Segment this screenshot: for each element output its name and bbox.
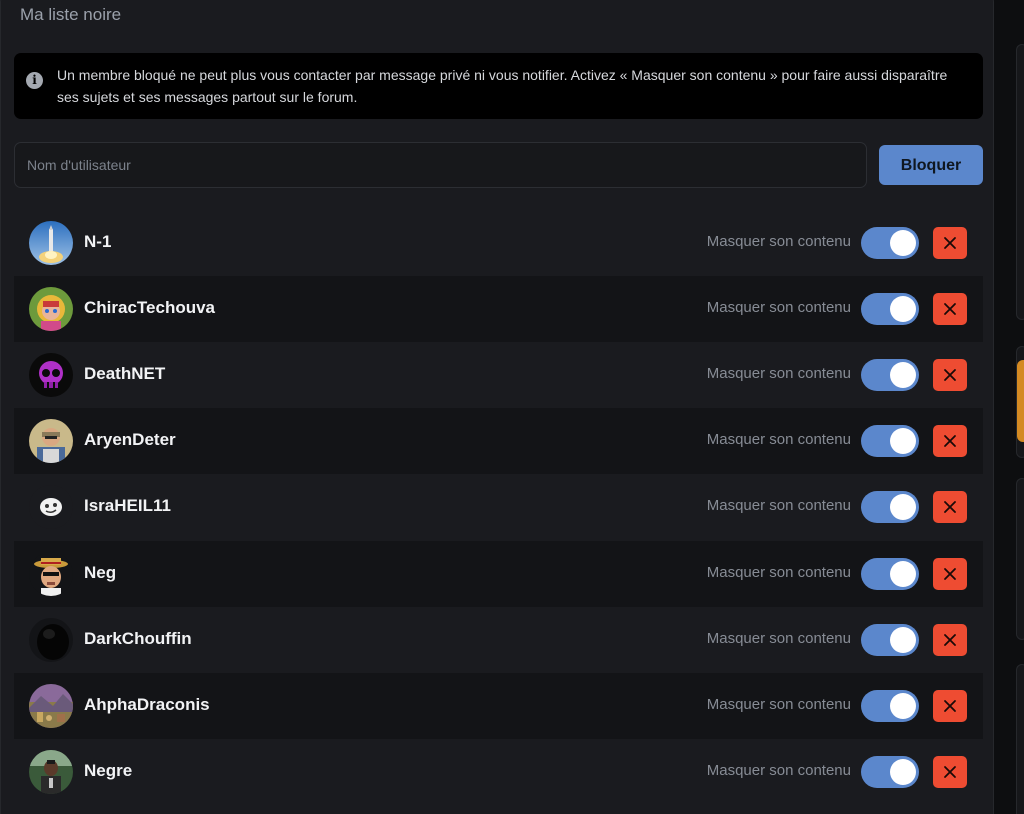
mask-content-toggle[interactable] (861, 425, 919, 457)
side-card (1016, 44, 1024, 320)
unblock-button[interactable] (933, 227, 967, 259)
mask-content-toggle[interactable] (861, 359, 919, 391)
mask-content-label: Masquer son contenu (706, 299, 851, 316)
blocked-user-row: IsraHEIL11 Masquer son contenu (14, 474, 983, 540)
blocked-user-row: Neg Masquer son contenu (14, 541, 983, 607)
mask-content-label: Masquer son contenu (706, 696, 851, 713)
close-icon (944, 501, 956, 513)
side-card (1016, 664, 1024, 814)
unblock-button[interactable] (933, 558, 967, 590)
unblock-button[interactable] (933, 425, 967, 457)
close-icon (944, 700, 956, 712)
blocked-user-row: DeathNET Masquer son contenu (14, 342, 983, 408)
blocked-user-row: AhphaDraconis Masquer son contenu (14, 673, 983, 739)
blocked-user-row: Negre Masquer son contenu (14, 739, 983, 805)
username[interactable]: AryenDeter (84, 430, 176, 450)
close-icon (944, 634, 956, 646)
blocked-user-row: N-1 Masquer son contenu (14, 210, 983, 276)
info-text: Un membre bloqué ne peut plus vous conta… (57, 67, 948, 105)
toggle-knob (890, 693, 916, 719)
page-title: Ma liste noire (20, 5, 122, 24)
toggle-knob (890, 561, 916, 587)
mask-content-label: Masquer son contenu (706, 365, 851, 382)
username[interactable]: DeathNET (84, 364, 165, 384)
toggle-knob (890, 362, 916, 388)
dark-avatar (29, 618, 73, 662)
username[interactable]: Negre (84, 761, 132, 781)
toggle-knob (890, 759, 916, 785)
skull-avatar (29, 353, 73, 397)
unblock-button[interactable] (933, 359, 967, 391)
rocket-avatar (29, 221, 73, 265)
portrait-avatar (29, 287, 73, 331)
mask-content-toggle[interactable] (861, 690, 919, 722)
hat-avatar (29, 552, 73, 596)
blocked-user-row: DarkChouffin Masquer son contenu (14, 607, 983, 673)
unblock-button[interactable] (933, 624, 967, 656)
smiley-avatar (29, 485, 73, 529)
mask-content-toggle[interactable] (861, 624, 919, 656)
toggle-knob (890, 296, 916, 322)
block-button[interactable]: Bloquer (879, 145, 983, 185)
toggle-knob (890, 230, 916, 256)
side-card-image (1017, 360, 1024, 442)
toggle-knob (890, 627, 916, 653)
mask-content-label: Masquer son contenu (706, 233, 851, 250)
info-icon: i (26, 72, 43, 89)
toggle-knob (890, 494, 916, 520)
mask-content-toggle[interactable] (861, 558, 919, 590)
mask-content-toggle[interactable] (861, 491, 919, 523)
mask-content-label: Masquer son contenu (706, 762, 851, 779)
close-icon (944, 766, 956, 778)
username[interactable]: ChiracTechouva (84, 298, 215, 318)
page: Ma liste noire i Un membre bloqué ne peu… (0, 0, 1024, 814)
mask-content-label: Masquer son contenu (706, 564, 851, 581)
photo-avatar (29, 419, 73, 463)
username-input[interactable] (14, 142, 867, 188)
username[interactable]: DarkChouffin (84, 629, 192, 649)
mask-content-toggle[interactable] (861, 227, 919, 259)
close-icon (944, 303, 956, 315)
username[interactable]: Neg (84, 563, 116, 583)
close-icon (944, 568, 956, 580)
unblock-button[interactable] (933, 293, 967, 325)
close-icon (944, 237, 956, 249)
username[interactable]: N-1 (84, 232, 111, 252)
close-icon (944, 369, 956, 381)
mask-content-toggle[interactable] (861, 756, 919, 788)
mask-content-label: Masquer son contenu (706, 630, 851, 647)
landscape-avatar (29, 684, 73, 728)
blocked-user-row: AryenDeter Masquer son contenu (14, 408, 983, 474)
username[interactable]: IsraHEIL11 (84, 496, 171, 516)
unblock-button[interactable] (933, 756, 967, 788)
mask-content-label: Masquer son contenu (706, 497, 851, 514)
mask-content-toggle[interactable] (861, 293, 919, 325)
figure-avatar (29, 750, 73, 794)
unblock-button[interactable] (933, 690, 967, 722)
username[interactable]: AhphaDraconis (84, 695, 210, 715)
side-card (1016, 478, 1024, 640)
close-icon (944, 435, 956, 447)
unblock-button[interactable] (933, 491, 967, 523)
blocked-user-row: ChiracTechouva Masquer son contenu (14, 276, 983, 342)
toggle-knob (890, 428, 916, 454)
mask-content-label: Masquer son contenu (706, 431, 851, 448)
